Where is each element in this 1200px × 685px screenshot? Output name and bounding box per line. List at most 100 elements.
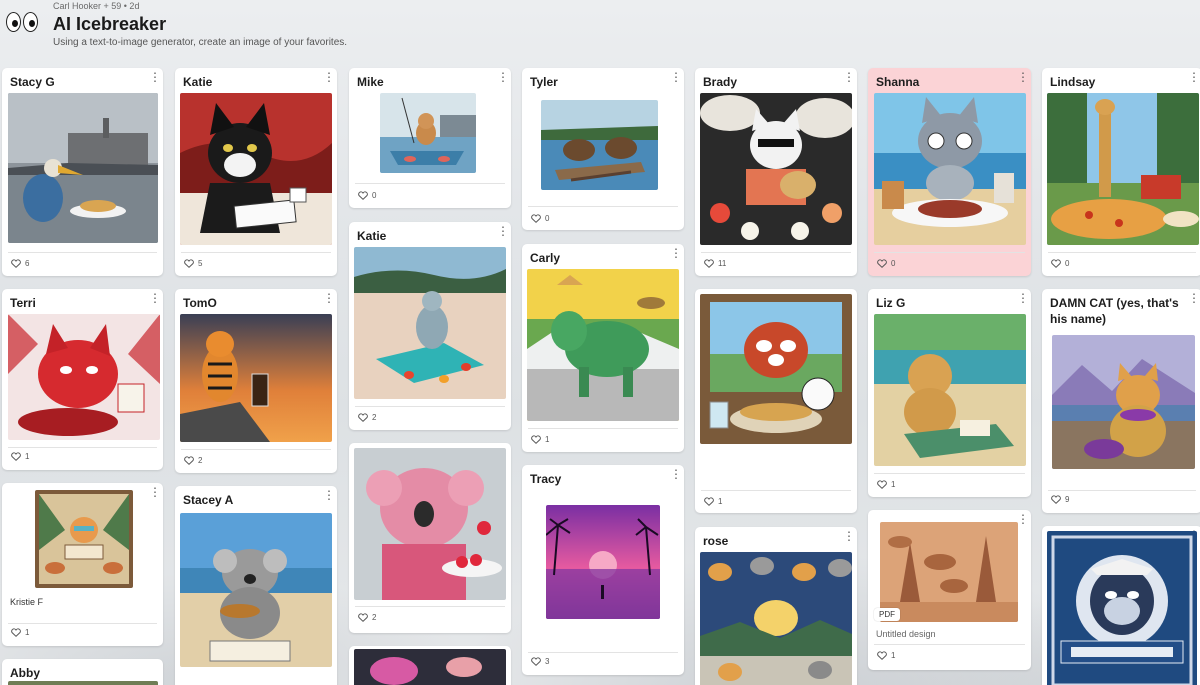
like-count: 11 bbox=[718, 259, 727, 268]
like-count: 1 bbox=[25, 628, 30, 637]
like-count: 0 bbox=[545, 214, 550, 223]
heart-icon bbox=[877, 651, 887, 660]
more-vertical-icon[interactable]: ⋮ bbox=[323, 71, 335, 83]
post-card[interactable]: Lindsay ⋮ 0 bbox=[1042, 68, 1200, 276]
more-vertical-icon[interactable]: ⋮ bbox=[670, 71, 682, 83]
more-vertical-icon[interactable]: ⋮ bbox=[1017, 513, 1029, 525]
like-count: 2 bbox=[198, 456, 203, 465]
like-button[interactable]: 2 bbox=[184, 456, 202, 465]
post-card[interactable]: Katie ⋮ 2 bbox=[349, 222, 511, 430]
heart-icon bbox=[11, 452, 21, 461]
post-card[interactable]: ⋮ Kristie F 1 bbox=[2, 483, 163, 646]
post-card[interactable]: TomO ⋮ 2 bbox=[175, 289, 337, 473]
heart-icon bbox=[877, 480, 887, 489]
post-image[interactable] bbox=[527, 269, 679, 421]
post-image[interactable] bbox=[700, 294, 852, 444]
like-button[interactable]: 1 bbox=[11, 628, 29, 637]
post-card[interactable]: Tyler ⋮ 0 bbox=[522, 68, 684, 230]
like-button[interactable]: 0 bbox=[358, 191, 376, 200]
heart-icon bbox=[358, 613, 368, 622]
more-vertical-icon[interactable]: ⋮ bbox=[670, 468, 682, 480]
more-vertical-icon[interactable]: ⋮ bbox=[843, 71, 855, 83]
post-card[interactable]: Stacy G ⋮ 6 bbox=[2, 68, 163, 276]
like-button[interactable]: 1 bbox=[877, 651, 895, 660]
heart-icon bbox=[704, 259, 714, 268]
post-card[interactable]: Tracy ⋮ 3 bbox=[522, 465, 684, 675]
post-image[interactable] bbox=[35, 490, 133, 588]
post-image[interactable] bbox=[180, 513, 332, 667]
post-card[interactable] bbox=[349, 646, 511, 685]
like-button[interactable]: 6 bbox=[11, 259, 29, 268]
like-count: 3 bbox=[545, 657, 550, 666]
like-button[interactable]: 3 bbox=[531, 657, 549, 666]
heart-icon bbox=[11, 259, 21, 268]
post-image[interactable] bbox=[8, 681, 158, 685]
post-image[interactable] bbox=[1052, 335, 1195, 469]
post-card[interactable]: Carly ⋮ 1 bbox=[522, 244, 684, 452]
post-card[interactable]: rose ⋮ bbox=[695, 527, 857, 685]
post-card[interactable]: Brady ⋮ 11 bbox=[695, 68, 857, 276]
post-card[interactable]: Terri ⋮ 1 bbox=[2, 289, 163, 470]
more-vertical-icon[interactable]: ⋮ bbox=[497, 71, 509, 83]
post-card[interactable]: DAMN CAT (yes, that's his name) ⋮ 9 bbox=[1042, 289, 1200, 513]
more-vertical-icon[interactable]: ⋮ bbox=[323, 292, 335, 304]
post-image[interactable] bbox=[180, 93, 332, 245]
post-image[interactable] bbox=[700, 552, 852, 685]
like-button[interactable]: 2 bbox=[358, 413, 376, 422]
post-author: Shanna bbox=[876, 75, 920, 89]
more-vertical-icon[interactable]: ⋮ bbox=[1188, 71, 1200, 83]
like-button[interactable]: 1 bbox=[877, 480, 895, 489]
post-image[interactable] bbox=[8, 314, 160, 440]
post-card[interactable]: 2 bbox=[349, 443, 511, 633]
post-image[interactable] bbox=[541, 100, 658, 190]
more-vertical-icon[interactable]: ⋮ bbox=[1017, 71, 1029, 83]
like-button[interactable]: 0 bbox=[1051, 259, 1069, 268]
post-image[interactable] bbox=[354, 448, 506, 600]
like-button[interactable]: 1 bbox=[11, 452, 29, 461]
post-image[interactable] bbox=[380, 93, 476, 173]
more-vertical-icon[interactable]: ⋮ bbox=[149, 292, 161, 304]
post-card[interactable]: Abby bbox=[2, 659, 163, 685]
more-vertical-icon[interactable]: ⋮ bbox=[1017, 292, 1029, 304]
like-button[interactable]: 1 bbox=[531, 435, 549, 444]
post-author: Katie bbox=[357, 229, 387, 243]
more-vertical-icon[interactable]: ⋮ bbox=[843, 530, 855, 542]
post-card[interactable]: ⋮ bbox=[1042, 526, 1200, 685]
post-author: Katie bbox=[183, 75, 213, 89]
post-image[interactable] bbox=[8, 93, 158, 243]
post-image[interactable] bbox=[1047, 531, 1197, 685]
post-card[interactable]: Shanna ⋮ 0 bbox=[868, 68, 1031, 276]
like-count: 1 bbox=[25, 452, 30, 461]
more-vertical-icon[interactable]: ⋮ bbox=[670, 247, 682, 259]
post-card[interactable]: ⋮ PDF Untitled design 1 bbox=[868, 510, 1031, 670]
post-image[interactable] bbox=[874, 93, 1026, 245]
post-image[interactable] bbox=[546, 505, 660, 619]
more-vertical-icon[interactable]: ⋮ bbox=[149, 71, 161, 83]
post-card[interactable]: Liz G ⋮ 1 bbox=[868, 289, 1031, 497]
more-vertical-icon[interactable]: ⋮ bbox=[1188, 292, 1200, 304]
like-count: 1 bbox=[891, 651, 896, 660]
post-image[interactable] bbox=[700, 93, 852, 245]
post-card[interactable]: Mike ⋮ 0 bbox=[349, 68, 511, 208]
post-image[interactable] bbox=[354, 649, 506, 685]
post-image[interactable] bbox=[880, 522, 1018, 622]
more-vertical-icon[interactable]: ⋮ bbox=[323, 489, 335, 501]
like-button[interactable]: 11 bbox=[704, 259, 726, 268]
like-count: 5 bbox=[198, 259, 203, 268]
post-image[interactable] bbox=[1047, 93, 1199, 245]
post-card[interactable]: Stacey A ⋮ bbox=[175, 486, 337, 685]
like-button[interactable]: 1 bbox=[704, 497, 722, 506]
more-vertical-icon[interactable]: ⋮ bbox=[497, 225, 509, 237]
post-image[interactable] bbox=[180, 314, 332, 442]
post-card[interactable]: Katie ⋮ 5 bbox=[175, 68, 337, 276]
post-image[interactable] bbox=[354, 247, 506, 399]
more-vertical-icon[interactable]: ⋮ bbox=[149, 486, 161, 498]
like-button[interactable]: 5 bbox=[184, 259, 202, 268]
like-button[interactable]: 0 bbox=[531, 214, 549, 223]
like-button[interactable]: 9 bbox=[1051, 495, 1069, 504]
post-image[interactable] bbox=[874, 314, 1026, 466]
post-card[interactable]: 1 bbox=[695, 289, 857, 513]
like-button[interactable]: 2 bbox=[358, 613, 376, 622]
like-button[interactable]: 0 bbox=[877, 259, 895, 268]
like-count: 0 bbox=[372, 191, 377, 200]
